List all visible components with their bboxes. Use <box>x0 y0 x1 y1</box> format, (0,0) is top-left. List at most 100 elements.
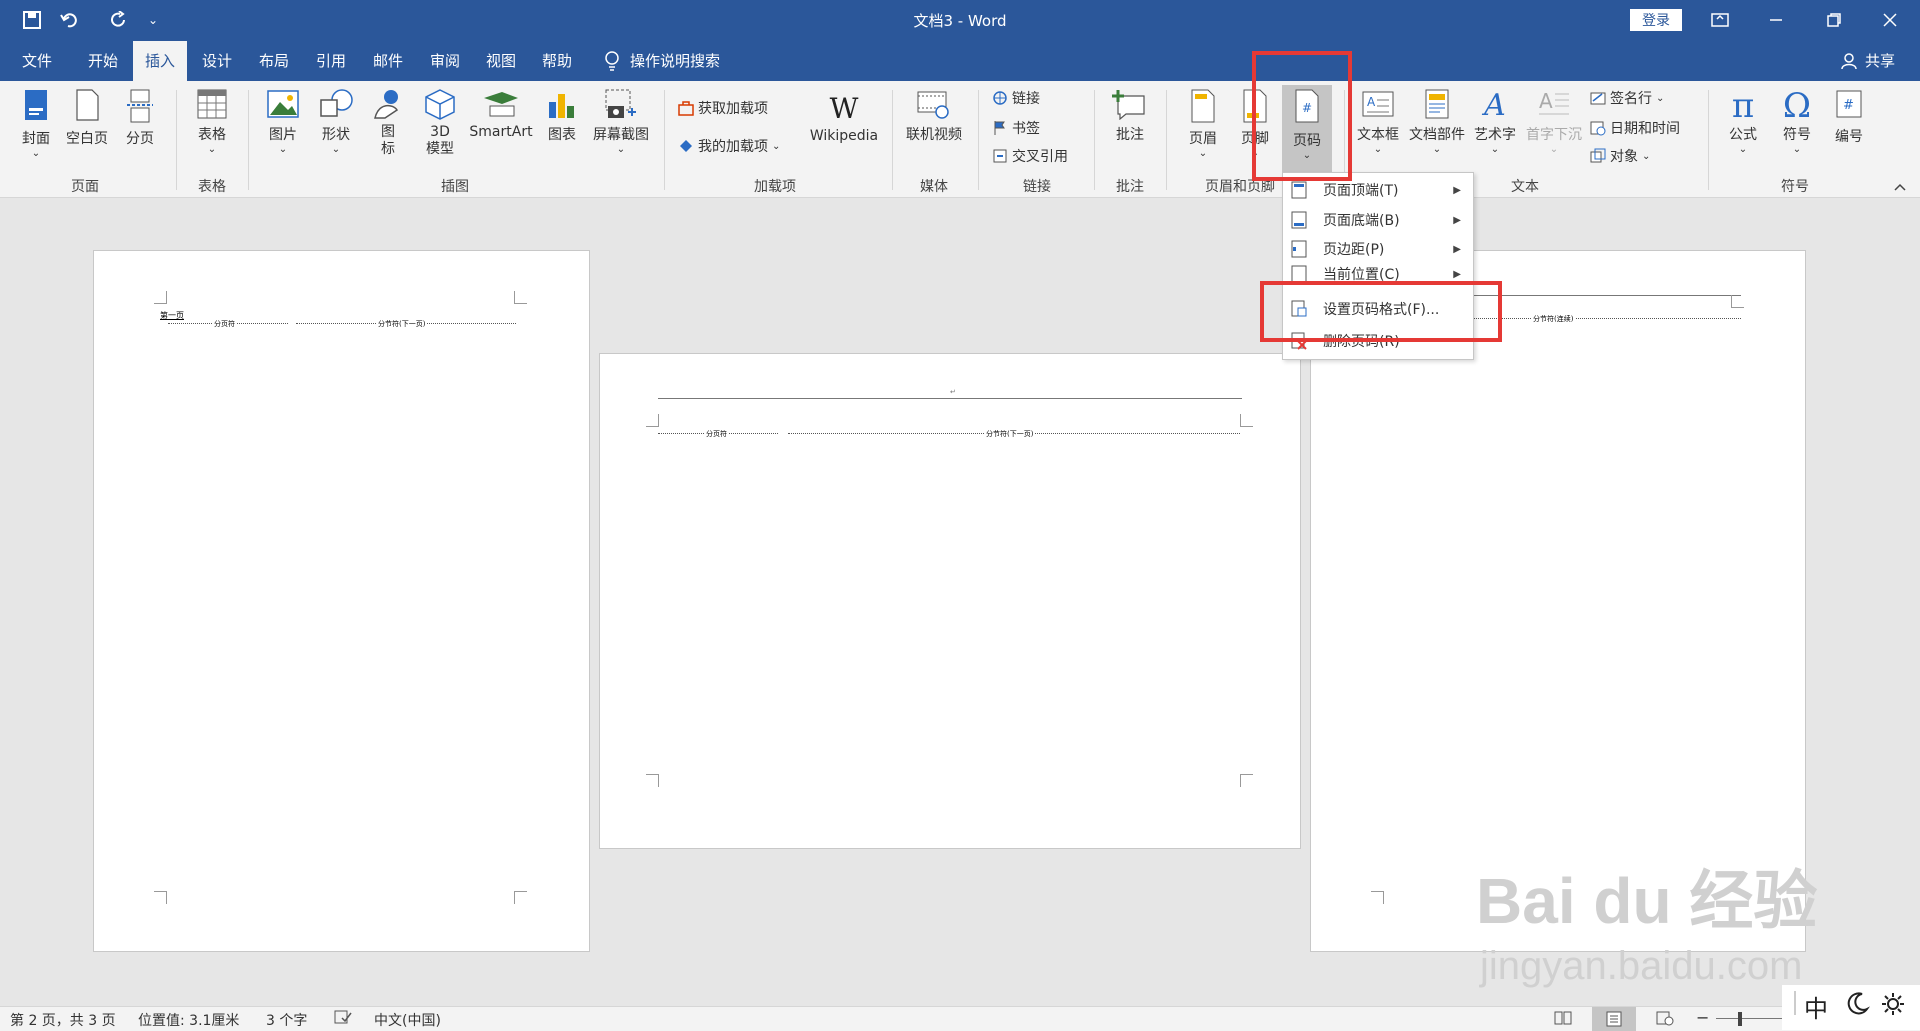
ime-tray: 中 <box>1782 985 1920 1030</box>
smartart-button[interactable]: SmartArt <box>466 88 536 140</box>
text-box-button[interactable]: A 文本框 ⌄ <box>1354 88 1402 155</box>
header-button[interactable]: 页眉 ⌄ <box>1180 88 1226 159</box>
tab-review[interactable]: 审阅 <box>418 41 472 81</box>
highlight-page-number-button <box>1252 51 1352 181</box>
signature-line-button[interactable]: 签名行 ⌄ <box>1590 88 1664 108</box>
separator <box>1166 90 1167 190</box>
signature-line-label: 签名行 <box>1610 91 1652 107</box>
page-margins-icon <box>1291 240 1307 258</box>
user-icon <box>1840 52 1858 70</box>
separator <box>892 90 893 190</box>
drop-cap-button[interactable]: A 首字下沉 ⌄ <box>1522 88 1586 155</box>
shapes-button[interactable]: 形状 ⌄ <box>314 88 358 155</box>
tab-insert[interactable]: 插入 <box>133 41 187 81</box>
tell-me-search[interactable]: 操作说明搜索 <box>630 41 740 81</box>
chart-button[interactable]: 图表 <box>542 88 582 144</box>
zoom-slider[interactable] <box>1716 1018 1786 1019</box>
symbol-label: 符号 <box>1783 127 1811 143</box>
language-status[interactable]: 中文(中国) <box>374 1010 441 1030</box>
date-time-button[interactable]: 日期和时间 <box>1590 118 1680 138</box>
quick-parts-button[interactable]: 文档部件 ⌄ <box>1406 88 1468 155</box>
separator <box>176 90 177 190</box>
qat-customize-icon[interactable]: ⌄ <box>146 10 160 30</box>
zoom-out-icon[interactable]: − <box>1696 1008 1709 1027</box>
wordart-label: 艺术字 <box>1474 127 1516 143</box>
bookmark-button[interactable]: 书签 <box>992 118 1040 138</box>
share-button[interactable]: 共享 <box>1860 41 1900 81</box>
section-break-marker: 分节符(下一页) <box>984 429 1036 439</box>
position-status[interactable]: 位置值: 3.1厘米 <box>138 1010 239 1030</box>
tab-mailings[interactable]: 邮件 <box>361 41 415 81</box>
watermark-brand: Bai du 经验 <box>1476 865 1818 937</box>
equation-button[interactable]: π 公式 ⌄ <box>1718 86 1768 155</box>
3d-models-button[interactable]: 3D 模型 <box>418 88 462 158</box>
number-button[interactable]: # 编号 <box>1826 88 1872 146</box>
save-icon[interactable] <box>22 10 42 30</box>
web-layout-icon[interactable] <box>1656 1010 1674 1030</box>
cross-reference-button[interactable]: 交叉引用 <box>992 146 1068 166</box>
tab-references[interactable]: 引用 <box>304 41 358 81</box>
moon-icon[interactable] <box>1844 991 1870 1021</box>
ime-chinese-indicator[interactable]: 中 <box>1804 989 1828 1024</box>
my-addins-button[interactable]: 我的加载项 ⌄ <box>678 136 780 156</box>
tab-view[interactable]: 视图 <box>474 41 528 81</box>
my-addins-icon <box>680 140 692 152</box>
table-button[interactable]: 表格 ⌄ <box>188 88 236 155</box>
cover-page-button[interactable]: 封面 ⌄ <box>16 88 56 159</box>
gear-icon[interactable] <box>1880 991 1906 1021</box>
icons-button[interactable]: 图 标 <box>368 88 408 158</box>
pi-icon: π <box>1731 86 1755 126</box>
print-layout-icon[interactable] <box>1592 1007 1636 1031</box>
menu-item-label: 页面顶端(T) <box>1323 183 1399 199</box>
text-box-label: 文本框 <box>1357 127 1399 143</box>
collapse-ribbon-icon[interactable] <box>1892 180 1908 194</box>
link-button[interactable]: 链接 <box>992 88 1040 108</box>
shapes-icon <box>320 89 353 117</box>
minimize-icon[interactable] <box>1764 8 1788 32</box>
undo-icon[interactable] <box>56 10 86 30</box>
cover-page-icon <box>25 90 47 120</box>
wordart-button[interactable]: A 艺术字 ⌄ <box>1470 88 1520 155</box>
zoom-slider-thumb[interactable] <box>1738 1012 1742 1026</box>
object-button[interactable]: 对象 ⌄ <box>1590 146 1650 166</box>
number-label: 编号 <box>1835 129 1863 145</box>
table-icon <box>197 89 227 119</box>
close-icon[interactable] <box>1878 8 1902 32</box>
document-page-1[interactable]: 第一页 分页符 分节符(下一页) <box>93 250 590 952</box>
comment-label: 批注 <box>1116 127 1144 143</box>
paragraph-mark: ↵ <box>950 388 956 396</box>
blank-page-button[interactable]: 空白页 <box>62 88 112 148</box>
screenshot-label: 屏幕截图 <box>593 127 649 143</box>
ribbon-display-options-icon[interactable] <box>1708 8 1732 32</box>
menu-item-page-margins[interactable]: 页边距(P) ▶ <box>1283 235 1473 263</box>
symbol-button[interactable]: Ω 符号 ⌄ <box>1772 86 1822 155</box>
document-page-2[interactable]: ↵ 分页符 分节符(下一页) <box>599 353 1301 849</box>
word-count-status[interactable]: 3 个字 <box>266 1010 307 1030</box>
number-icon: # <box>1836 90 1862 118</box>
page-count-status[interactable]: 第 2 页，共 3 页 <box>10 1010 116 1030</box>
restore-icon[interactable] <box>1822 8 1846 32</box>
menu-item-bottom-of-page[interactable]: 页面底端(B) ▶ <box>1283 206 1473 234</box>
new-comment-button[interactable]: 批注 <box>1106 88 1154 144</box>
proofing-icon[interactable] <box>334 1009 352 1029</box>
get-addins-button[interactable]: 获取加载项 <box>678 98 768 118</box>
media-group-label: 媒体 <box>920 179 948 195</box>
wikipedia-button[interactable]: W Wikipedia <box>804 92 884 144</box>
screenshot-button[interactable]: 屏幕截图 ⌄ <box>588 88 654 155</box>
tab-layout[interactable]: 布局 <box>247 41 301 81</box>
online-video-icon <box>917 91 949 119</box>
addins-group-label: 加载项 <box>754 179 796 195</box>
read-mode-icon[interactable] <box>1554 1010 1572 1030</box>
pictures-button[interactable]: 图片 ⌄ <box>262 88 304 155</box>
tab-home[interactable]: 开始 <box>76 41 130 81</box>
online-video-button[interactable]: 联机视频 <box>902 88 966 144</box>
page-break-button[interactable]: 分页 <box>118 88 162 148</box>
icons-icon <box>374 90 399 119</box>
redo-icon[interactable] <box>108 10 130 30</box>
tab-file[interactable]: 文件 <box>10 41 64 81</box>
login-button[interactable]: 登录 <box>1630 9 1682 31</box>
crop-mark <box>1371 891 1384 904</box>
submenu-arrow-icon: ▶ <box>1453 243 1461 255</box>
tab-help[interactable]: 帮助 <box>530 41 584 81</box>
tab-design[interactable]: 设计 <box>190 41 244 81</box>
